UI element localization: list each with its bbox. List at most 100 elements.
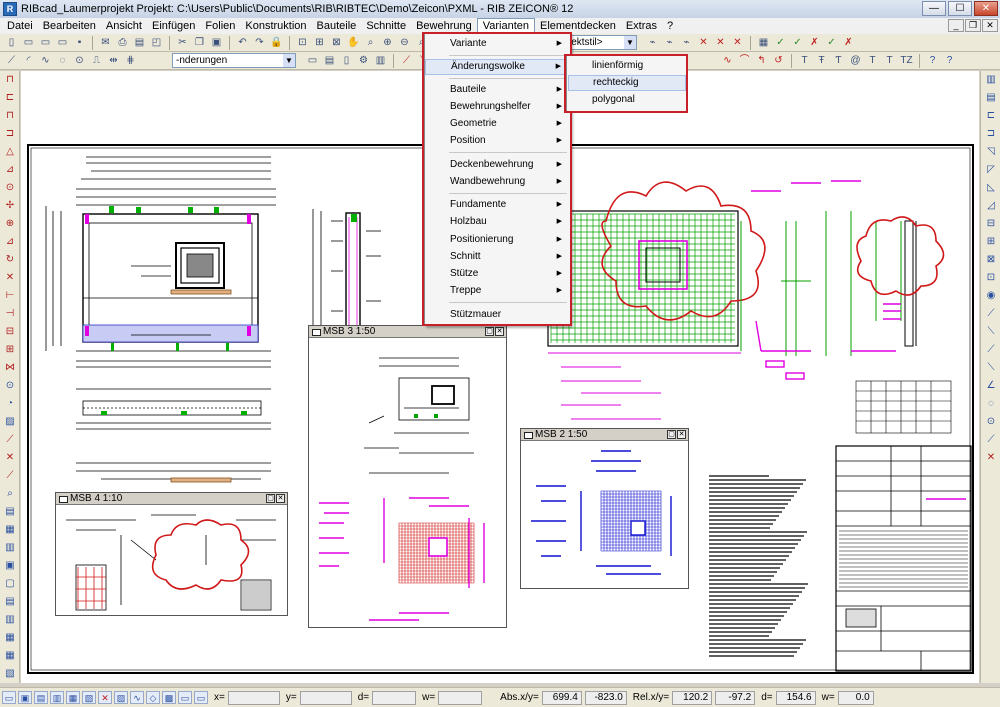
opening-tool-icon[interactable]: ⊙ xyxy=(2,181,18,195)
delete-mode-icon[interactable]: ✕ xyxy=(98,691,112,704)
menu-item-fundamente[interactable]: Fundamente ▶ xyxy=(425,197,570,213)
bend-icon[interactable]: ↰ xyxy=(754,54,769,68)
line-tool-icon[interactable]: ⟋ xyxy=(4,54,19,68)
save-icon[interactable]: ▪ xyxy=(72,36,87,50)
label-icon[interactable]: ⊟ xyxy=(983,217,999,231)
detail-window-msb4-close-icon[interactable]: ✕ xyxy=(276,494,285,503)
menu-item-position[interactable]: Position ▶ xyxy=(425,133,570,149)
settings-icon[interactable]: ⚙ xyxy=(356,54,371,68)
menu-schnitte[interactable]: Schnitte xyxy=(361,18,411,34)
menu-extras[interactable]: Extras xyxy=(621,18,662,34)
rebar-tool-icon[interactable]: ▥ xyxy=(983,73,999,87)
move-icon[interactable]: ✢ xyxy=(2,199,18,213)
grid-icon[interactable]: ⋕ xyxy=(123,54,138,68)
stirrup-tool-icon[interactable]: ⊐ xyxy=(983,127,999,141)
diagonal-icon[interactable]: ⟋ xyxy=(983,307,999,321)
open-folder-icon[interactable]: ▭ xyxy=(21,36,36,50)
undo-icon[interactable]: ↶ xyxy=(235,36,250,50)
detail-window-msb2-caption[interactable]: MSB 2 1:50 ▢ ✕ xyxy=(521,429,688,441)
frame-icon[interactable]: ▢ xyxy=(2,577,18,591)
t-frame-icon[interactable]: T xyxy=(882,54,897,68)
detail-window-msb3-close-icon[interactable]: ✕ xyxy=(495,327,504,336)
d-input[interactable] xyxy=(372,690,417,705)
line-style-combo[interactable]: jektstil> ▼ xyxy=(565,35,637,50)
join-icon[interactable]: ⋈ xyxy=(2,361,18,375)
mdi-restore-button[interactable]: ❐ xyxy=(965,19,981,32)
detail-window-msb2[interactable]: MSB 2 1:50 ▢ ✕ xyxy=(520,428,689,589)
menu-bauteile[interactable]: Bauteile xyxy=(312,18,362,34)
print-preview-icon[interactable]: ▤ xyxy=(132,36,147,50)
submenu-item-linienfoermig[interactable]: linienförmig xyxy=(568,58,686,74)
text-format-icon[interactable]: Ŧ xyxy=(814,54,829,68)
detail-window-msb4-caption[interactable]: MSB 4 1:10 ▢ ✕ xyxy=(56,493,287,505)
menu-item-positionierung[interactable]: Positionierung ▶ xyxy=(425,232,570,248)
explode-icon[interactable]: ✕ xyxy=(2,451,18,465)
hook-icon[interactable]: ⌒ xyxy=(737,54,752,68)
list-icon[interactable]: ▥ xyxy=(2,613,18,627)
format-painter-icon[interactable]: ⌁ xyxy=(662,36,677,50)
diagonal3-icon[interactable]: ⟋ xyxy=(983,343,999,357)
export-icon[interactable]: ▧ xyxy=(2,667,18,681)
window-icon[interactable]: ▭ xyxy=(305,54,320,68)
wave-icon[interactable]: ∿ xyxy=(720,54,735,68)
detail-window-msb4[interactable]: MSB 4 1:10 ▢ ✕ xyxy=(55,492,288,616)
menu-ansicht[interactable]: Ansicht xyxy=(101,18,147,34)
hatch-tool-icon[interactable]: ▨ xyxy=(2,415,18,429)
drawing-mode-icon[interactable]: ▣ xyxy=(18,691,32,704)
zoom-icon[interactable]: ⌕ xyxy=(363,36,378,50)
cross-list-icon[interactable]: ✗ xyxy=(807,36,822,50)
paste-icon[interactable]: ▣ xyxy=(209,36,224,50)
x-input[interactable] xyxy=(227,690,280,705)
column-tool-icon[interactable]: ⊓ xyxy=(2,109,18,123)
context-help-icon[interactable]: ? xyxy=(942,54,957,68)
table-icon[interactable]: ▦ xyxy=(756,36,771,50)
slash-icon[interactable]: ⟋ xyxy=(983,433,999,447)
zoom-in-icon[interactable]: ⊕ xyxy=(380,36,395,50)
menu-item-bauteile[interactable]: Bauteile ▶ xyxy=(425,82,570,98)
rotate-icon[interactable]: ↻ xyxy=(2,253,18,267)
brush-icon[interactable]: ⌁ xyxy=(645,36,660,50)
layer-tool-icon[interactable]: ▤ xyxy=(2,505,18,519)
checkmark-icon[interactable]: ✓ xyxy=(773,36,788,50)
menu-folien[interactable]: Folien xyxy=(200,18,240,34)
w-input[interactable] xyxy=(438,690,483,705)
input2-mode-icon[interactable]: ▭ xyxy=(194,691,208,704)
menu-konstruktion[interactable]: Konstruktion xyxy=(240,18,311,34)
detail-window-msb3-maximize-icon[interactable]: ▢ xyxy=(485,327,494,336)
grid-tool-icon[interactable]: ▦ xyxy=(2,649,18,663)
menu-item-geometrie[interactable]: Geometrie ▶ xyxy=(425,116,570,132)
extend-icon[interactable]: ⊣ xyxy=(2,307,18,321)
detail-window-msb2-maximize-icon[interactable]: ▢ xyxy=(667,430,676,439)
layer-icon[interactable]: ▤ xyxy=(322,54,337,68)
zoom-extents-icon[interactable]: ⊠ xyxy=(329,36,344,50)
lock-icon[interactable]: 🔒 xyxy=(269,36,284,50)
shape-mode-icon[interactable]: ◇ xyxy=(146,691,160,704)
menu-item-stuetzmauer[interactable]: Stützmauer xyxy=(425,307,570,323)
find-icon[interactable]: ⌕ xyxy=(2,487,18,501)
y-input[interactable] xyxy=(299,690,352,705)
diagonal2-icon[interactable]: ⟍ xyxy=(983,325,999,339)
plot-icon[interactable]: ▥ xyxy=(2,541,18,555)
menu-item-bewehrungshelfer[interactable]: Bewehrungshelfer ▶ xyxy=(425,99,570,115)
hook-tool-icon[interactable]: ◸ xyxy=(983,163,999,177)
menu-einfuegen[interactable]: Einfügen xyxy=(147,18,200,34)
menu-bewehrung[interactable]: Bewehrung xyxy=(411,18,477,34)
snap-icon[interactable]: ⊙ xyxy=(2,379,18,393)
curve-tool-icon[interactable]: ∿ xyxy=(38,54,53,68)
menu-item-variante[interactable]: Variante ▶ xyxy=(425,36,570,52)
menu-varianten[interactable]: Varianten xyxy=(476,18,535,34)
menu-item-stuetze[interactable]: Stütze ▶ xyxy=(425,266,570,282)
menu-datei[interactable]: Datei xyxy=(2,18,38,34)
mail-icon[interactable]: ✉ xyxy=(98,36,113,50)
snap-mode-icon[interactable]: ▥ xyxy=(50,691,64,704)
view-icon[interactable]: ▣ xyxy=(2,559,18,573)
help-icon[interactable]: ? xyxy=(925,54,940,68)
copy-tool-icon[interactable]: ⊕ xyxy=(2,217,18,231)
document-icon[interactable]: ▯ xyxy=(339,54,354,68)
changes-combo[interactable]: -nderungen ▼ xyxy=(172,53,296,68)
pattern-mode-icon[interactable]: ▨ xyxy=(114,691,128,704)
position-icon[interactable]: ⊞ xyxy=(983,235,999,249)
dimension-icon[interactable]: ⇹ xyxy=(106,54,121,68)
props-icon[interactable]: ▥ xyxy=(373,54,388,68)
fillet-icon[interactable]: ◔ xyxy=(2,397,18,411)
